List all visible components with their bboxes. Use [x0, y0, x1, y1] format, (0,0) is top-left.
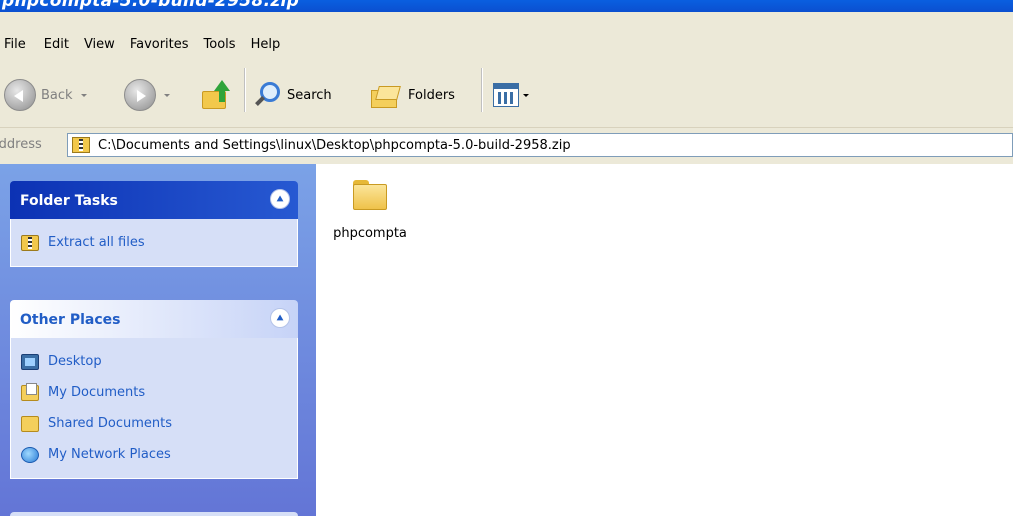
forward-button[interactable] [124, 77, 170, 113]
place-desktop-label: Desktop [48, 354, 102, 369]
other-places-panel: Other Places ⯅ Desktop My Documents Shar… [10, 300, 298, 479]
folders-button[interactable]: Folders [369, 77, 455, 113]
folder-item-label: phpcompta [333, 226, 407, 241]
address-value[interactable]: C:\Documents and Settings\linux\Desktop\… [98, 138, 571, 153]
folders-icon [369, 80, 403, 110]
place-desktop-link[interactable]: Desktop [21, 346, 297, 377]
other-places-title: Other Places [20, 312, 121, 328]
folder-tasks-panel: Folder Tasks ⯅ Extract all files [10, 181, 298, 267]
my-documents-icon [21, 382, 39, 401]
menu-favorites[interactable]: Favorites [125, 36, 199, 53]
folders-label: Folders [408, 87, 455, 103]
address-label: Address [0, 137, 42, 152]
place-my-documents-label: My Documents [48, 385, 146, 400]
search-button[interactable]: Search [252, 77, 332, 113]
back-dropdown-icon[interactable] [80, 93, 87, 97]
network-places-icon [21, 446, 39, 463]
collapse-chevron-icon[interactable]: ⯅ [270, 308, 290, 328]
address-bar: Address C:\Documents and Settings\linux\… [0, 127, 1013, 164]
other-places-body: Desktop My Documents Shared Documents My… [10, 338, 298, 479]
place-network-link[interactable]: My Network Places [21, 439, 297, 470]
views-button[interactable] [493, 77, 529, 113]
menu-bar: File Edit View Favorites Tools Help [0, 12, 1013, 64]
back-label: Back [41, 87, 73, 103]
views-dropdown-icon[interactable] [523, 93, 529, 97]
back-button[interactable]: Back [4, 77, 87, 113]
toolbar: Back Search Folders [0, 64, 1013, 127]
desktop-icon [21, 353, 39, 370]
place-my-documents-link[interactable]: My Documents [21, 377, 297, 408]
zip-folder-icon [72, 137, 90, 153]
menu-tools[interactable]: Tools [199, 36, 246, 53]
folder-icon [351, 178, 389, 212]
extract-all-files-label: Extract all files [48, 235, 145, 250]
folder-item[interactable]: phpcompta [330, 178, 410, 241]
toolbar-separator [244, 68, 245, 112]
task-pane: Folder Tasks ⯅ Extract all files Other P… [0, 164, 316, 516]
views-icon [493, 83, 519, 107]
shared-folder-icon [21, 415, 39, 432]
place-network-label: My Network Places [48, 447, 171, 462]
window-title: phpcompta-5.0-build-2958.zip [2, 0, 300, 11]
file-view: phpcompta [316, 164, 1013, 516]
extract-all-files-link[interactable]: Extract all files [21, 227, 297, 258]
place-shared-documents-label: Shared Documents [48, 416, 173, 431]
collapse-chevron-icon[interactable]: ⯅ [270, 189, 290, 209]
folder-tasks-header[interactable]: Folder Tasks ⯅ [10, 181, 298, 219]
back-arrow-icon [4, 79, 36, 111]
menu-view[interactable]: View [79, 36, 125, 53]
details-panel-header[interactable] [10, 512, 298, 516]
up-folder-icon [200, 79, 234, 111]
address-input[interactable]: C:\Documents and Settings\linux\Desktop\… [67, 133, 1013, 157]
forward-dropdown-icon[interactable] [164, 93, 170, 97]
up-folder-button[interactable] [200, 77, 234, 113]
search-label: Search [287, 87, 332, 103]
menu-file[interactable]: File [0, 36, 39, 53]
forward-arrow-icon [124, 79, 156, 111]
search-icon [252, 80, 282, 110]
title-bar: phpcompta-5.0-build-2958.zip [0, 0, 1013, 12]
zip-folder-icon [21, 234, 39, 251]
other-places-header[interactable]: Other Places ⯅ [10, 300, 298, 338]
menu-edit[interactable]: Edit [39, 36, 79, 53]
folder-tasks-body: Extract all files [10, 219, 298, 267]
toolbar-separator [481, 68, 482, 112]
folder-tasks-title: Folder Tasks [20, 193, 118, 209]
menu-help[interactable]: Help [246, 36, 291, 53]
place-shared-documents-link[interactable]: Shared Documents [21, 408, 297, 439]
